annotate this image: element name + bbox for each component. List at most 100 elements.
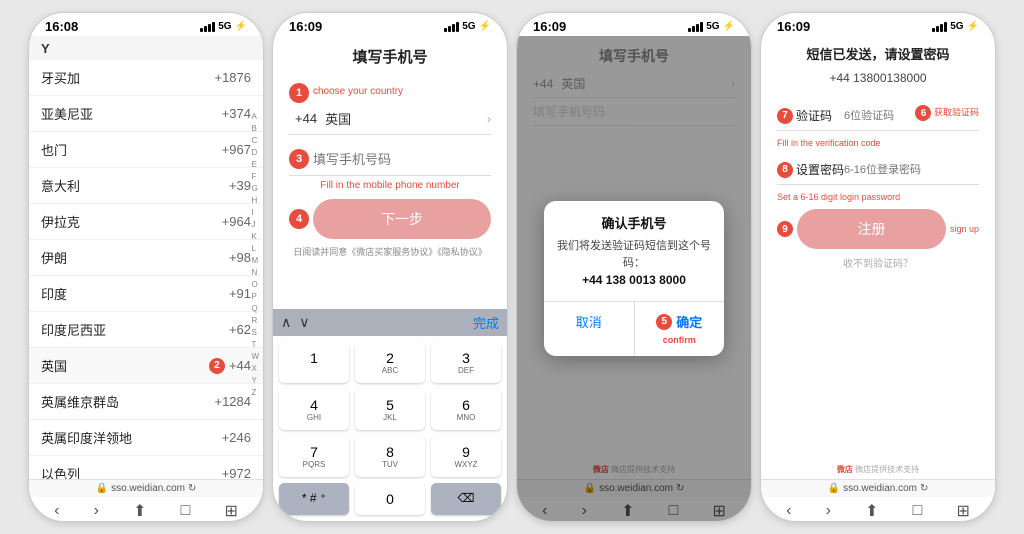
country-row[interactable]: 英属印度洋领地+246 — [29, 420, 263, 456]
sign-button[interactable]: 注册 — [797, 209, 946, 249]
battery-icon-2: ⚡ — [479, 21, 491, 32]
battery-icon-4: ⚡ — [967, 21, 979, 32]
country-code-display: +44 — [295, 111, 317, 126]
phone-3: 16:09 5G ⚡ 填写手机号 +44 英国 › 填写手机号码 — [516, 12, 752, 522]
5g-icon-3: 5G — [706, 21, 719, 32]
url-bar-1: 🔒 sso.weidian.com ↻ — [29, 479, 263, 497]
phone-display: +44 13800138000 — [761, 71, 995, 93]
country-row[interactable]: 印度尼西亚+62 — [29, 312, 263, 348]
tabs-icon-4[interactable]: ⊞ — [957, 501, 970, 521]
country-row[interactable]: 英属维京群岛+1284 — [29, 384, 263, 420]
url-bar-4: 🔒 sso.weidian.com ↻ — [761, 479, 995, 497]
key-1[interactable]: 1 — [279, 342, 349, 383]
country-letter: Y — [41, 39, 50, 58]
time-3: 16:09 — [533, 19, 566, 34]
keyboard-nav: ∧ ∨ 完成 — [273, 309, 507, 336]
status-icons-2: 5G ⚡ — [444, 21, 491, 32]
country-row[interactable]: 伊朗+98 — [29, 240, 263, 276]
password-screen: 短信已发送，请设置密码 +44 13800138000 7 验证码 6 获取验证… — [761, 36, 995, 521]
confirm-screen: 填写手机号 +44 英国 › 填写手机号码 确认手机号 我们将发送验证码短信到这… — [517, 36, 751, 521]
nav-bar-1[interactable]: ‹ › ⬆ □ ⊞ — [29, 497, 263, 521]
key-3[interactable]: 3DEF — [431, 342, 501, 383]
back-icon-4[interactable]: ‹ — [786, 502, 791, 520]
signal-icon-4 — [932, 22, 947, 32]
no-code-text[interactable]: 收不到验证码？ — [777, 255, 979, 270]
country-row[interactable]: 以色列+972 — [29, 456, 263, 479]
url-4: sso.weidian.com — [843, 483, 917, 494]
badge-confirm: 5 — [656, 314, 672, 330]
keyboard-zero-row[interactable]: * # ⁺ 0 ⌫ — [273, 483, 507, 521]
keyboard-container: ∧ ∨ 完成 12ABC3DEF 4GHI5JKL6MNO 7PQRS8TUV9WX… — [273, 266, 507, 521]
password-label: 设置密码 — [796, 161, 844, 178]
phone-input-row: 3 — [289, 143, 491, 176]
country-row[interactable]: 伊拉克+964 — [29, 204, 263, 240]
keyboard-arrows[interactable]: ∧ ∨ — [281, 314, 310, 331]
dialog-phone: +44 138 0013 8000 — [556, 271, 712, 289]
key-7[interactable]: 7PQRS — [279, 436, 349, 477]
status-bar-4: 16:09 5G ⚡ — [761, 13, 995, 36]
phone-4: 16:09 5G ⚡ 短信已发送，请设置密码 +44 13800138000 7… — [760, 12, 996, 522]
country-name-display: 英国 — [325, 109, 487, 128]
country-list-screen: Y 牙买加+1876亚美尼亚+374也门+967意大利+39伊拉克+964伊朗+… — [29, 36, 263, 521]
cancel-button[interactable]: 取消 — [544, 302, 635, 356]
back-icon[interactable]: ‹ — [54, 502, 59, 520]
country-selector[interactable]: +44 英国 › — [289, 103, 491, 135]
share-icon[interactable]: ⬆ — [133, 501, 146, 521]
password-hint: Set a 6-16 digit login password — [777, 192, 900, 202]
phone-input[interactable] — [313, 152, 491, 167]
get-code-label[interactable]: 6 获取验证码 — [915, 105, 979, 121]
badge-password: 8 — [777, 162, 793, 178]
country-row[interactable]: 印度+91 — [29, 276, 263, 312]
country-row[interactable]: 亚美尼亚+374 — [29, 96, 263, 132]
badge-verify: 7 — [777, 108, 793, 124]
country-row[interactable]: 也门+967 — [29, 132, 263, 168]
badge-sign: 9 — [777, 221, 793, 237]
bookmarks-icon[interactable]: □ — [181, 502, 191, 520]
battery-icon: ⚡ — [235, 21, 247, 32]
country-row[interactable]: 牙买加+1876 — [29, 60, 263, 96]
key-5[interactable]: 5JKL — [355, 389, 425, 430]
password-input[interactable] — [844, 164, 986, 176]
forward-icon-4[interactable]: › — [826, 502, 831, 520]
key-8[interactable]: 8TUV — [355, 436, 425, 477]
dialog-overlay: 确认手机号 我们将发送验证码短信到这个号码： +44 138 0013 8000… — [517, 36, 751, 521]
tabs-icon[interactable]: ⊞ — [225, 501, 238, 521]
signal-icon — [200, 22, 215, 32]
country-row[interactable]: 英国2+44 — [29, 348, 263, 384]
next-arrow[interactable]: ∨ — [299, 314, 309, 331]
status-bar-3: 16:09 5G ⚡ — [517, 13, 751, 36]
form-title: 填写手机号 — [273, 36, 507, 75]
password-row: 8 设置密码 — [777, 155, 979, 185]
key-9[interactable]: 9WXYZ — [431, 436, 501, 477]
key-6[interactable]: 6MNO — [431, 389, 501, 430]
next-button[interactable]: 下一步 — [313, 199, 491, 239]
country-list: 牙买加+1876亚美尼亚+374也门+967意大利+39伊拉克+964伊朗+98… — [29, 60, 263, 479]
signal-icon-3 — [688, 22, 703, 32]
verify-hint: Fill in the verification code — [777, 138, 881, 148]
key-special-left[interactable]: * # ⁺ — [279, 483, 349, 515]
dialog-buttons: 取消 5 确定 confirm — [544, 301, 724, 356]
bookmarks-icon-4[interactable]: □ — [913, 502, 923, 520]
key-2[interactable]: 2ABC — [355, 342, 425, 383]
keyboard-grid[interactable]: 12ABC3DEF 4GHI5JKL6MNO 7PQRS8TUV9WXYZ — [273, 336, 507, 483]
key-4[interactable]: 4GHI — [279, 389, 349, 430]
confirm-button[interactable]: 5 确定 confirm — [635, 302, 725, 356]
5g-icon: 5G — [218, 21, 231, 32]
forward-icon[interactable]: › — [94, 502, 99, 520]
confirm-dialog: 确认手机号 我们将发送验证码短信到这个号码： +44 138 0013 8000… — [544, 201, 724, 356]
share-icon-4[interactable]: ⬆ — [865, 501, 878, 521]
sign-annotation: sign up — [950, 224, 979, 234]
confirm-annotation: confirm — [663, 335, 696, 345]
fill-phone-screen: 填写手机号 1 choose your country +44 英国 › 3 — [273, 36, 507, 521]
nav-bar-4[interactable]: ‹ › ⬆ □ ⊞ — [761, 497, 995, 521]
url-1: sso.weidian.com — [111, 483, 185, 494]
verify-row: 7 验证码 6 获取验证码 — [777, 101, 979, 131]
country-row[interactable]: 意大利+39 — [29, 168, 263, 204]
keyboard-done-btn[interactable]: 完成 — [473, 313, 499, 332]
fill-hint: Fill in the mobile phone number — [289, 180, 491, 191]
key-zero[interactable]: 0 — [355, 483, 425, 515]
5g-icon-4: 5G — [950, 21, 963, 32]
key-backspace[interactable]: ⌫ — [431, 483, 501, 515]
prev-arrow[interactable]: ∧ — [281, 314, 291, 331]
alpha-index[interactable]: ABCDEF GHIJKL MNOPQR STWXYZ — [251, 110, 259, 399]
